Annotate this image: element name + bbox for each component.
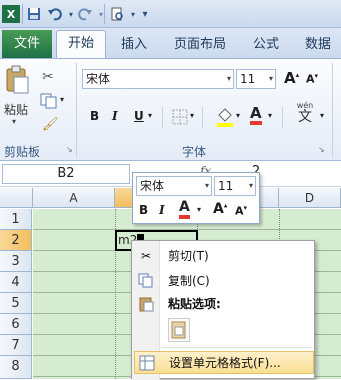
group-separator — [332, 63, 333, 157]
chevron-down-icon[interactable]: ▾ — [205, 177, 209, 195]
phonetic-char-label: 文 — [298, 109, 312, 125]
tab-home[interactable]: 开始 — [56, 30, 106, 59]
ribbon-tabs: 文件 开始 插入 页面布局 公式 数据 — [0, 28, 341, 59]
menu-item-format-cells-label: 设置单元格格式(F)... — [169, 356, 281, 370]
divider — [104, 4, 105, 24]
select-all-corner[interactable] — [0, 188, 33, 208]
paste-option-button[interactable] — [168, 318, 190, 342]
menu-item-cut[interactable]: ✂ 剪切(T) — [132, 245, 316, 267]
copy-icon — [138, 273, 154, 289]
font-size-value: 11 — [240, 72, 256, 86]
mini-shrink-font-button[interactable]: A▾ — [235, 204, 247, 218]
dialog-launcher-icon[interactable]: ↘ — [66, 145, 73, 154]
row-header[interactable]: 1 — [0, 209, 32, 230]
row-header[interactable]: 6 — [0, 314, 32, 335]
mini-italic-button[interactable]: I — [159, 203, 165, 217]
group-separator — [76, 63, 77, 157]
cut-icon[interactable]: ✂ — [42, 69, 54, 85]
fill-color-dropdown-icon[interactable]: ▾ — [236, 111, 240, 120]
menu-item-copy[interactable]: 复制(C) — [132, 270, 316, 292]
mini-font-color-dropdown-icon[interactable]: ▾ — [197, 205, 201, 214]
mini-font-color-button[interactable]: A — [179, 200, 190, 219]
grow-font-label: A — [284, 69, 296, 87]
mini-font-name-box[interactable]: 宋体 ▾ — [136, 176, 212, 196]
tab-page-layout[interactable]: 页面布局 — [162, 34, 238, 56]
font-size-box[interactable]: 11 ▾ — [236, 69, 276, 89]
copy-dropdown-icon[interactable]: ▾ — [60, 95, 64, 104]
save-icon[interactable] — [25, 5, 43, 23]
menu-item-copy-label: 复制(C) — [168, 274, 210, 288]
clipboard-group-label: 剪贴板 — [4, 145, 41, 159]
mini-font-name-value: 宋体 — [140, 179, 165, 193]
shrink-font-button[interactable]: A▾ — [306, 72, 318, 86]
font-color-button[interactable]: A — [250, 105, 262, 125]
row-header[interactable]: 7 — [0, 335, 32, 356]
quick-access-toolbar: X ▾ ▾ ▾ ▾ — [0, 0, 341, 28]
paste-icon — [138, 296, 154, 312]
context-menu: ✂ 剪切(T) 复制(C) 粘贴选项: 设置单元格格式(F)... — [131, 240, 316, 380]
mini-bold-button[interactable]: B — [139, 203, 148, 217]
tab-data[interactable]: 数据 — [296, 34, 340, 56]
format-painter-icon[interactable]: 🖌 — [42, 117, 59, 132]
column-header-d[interactable]: D — [279, 188, 341, 208]
menu-item-cut-label: 剪切(T) — [168, 249, 209, 263]
divider — [282, 107, 283, 129]
shrink-font-label: A — [306, 72, 315, 86]
paste-dropdown-icon[interactable]: ▾ — [12, 117, 16, 126]
excel-logo-icon[interactable]: X — [2, 5, 20, 23]
borders-dropdown-icon[interactable]: ▾ — [190, 111, 194, 120]
bold-button[interactable]: B — [90, 109, 99, 123]
grow-font-button[interactable]: A▴ — [284, 69, 299, 87]
italic-button[interactable]: I — [112, 109, 118, 123]
mini-grow-font-button[interactable]: A▴ — [213, 201, 227, 217]
row-header[interactable]: 2 — [0, 230, 32, 251]
mini-shrink-label: A — [235, 204, 244, 218]
ribbon-home: 粘贴 ▾ ✂ ▾ 🖌 剪贴板 ↘ 宋体 ▾ 11 ▾ A▴ A▾ B I U ▾… — [0, 58, 341, 161]
dialog-launcher-icon[interactable]: ↘ — [318, 145, 325, 154]
scissors-icon: ✂ — [140, 249, 152, 263]
divider — [22, 4, 23, 24]
menu-item-format-cells[interactable]: 设置单元格格式(F)... — [134, 351, 314, 374]
tab-formulas[interactable]: 公式 — [244, 34, 288, 56]
format-cells-icon — [139, 355, 155, 371]
fill-color-icon[interactable] — [216, 107, 234, 130]
borders-icon[interactable] — [172, 109, 188, 128]
mini-toolbar: 宋体 ▾ 11 ▾ B I A ▾ A▴ A▾ — [132, 172, 260, 224]
chevron-down-icon[interactable]: ▾ — [249, 177, 253, 195]
phonetic-guide-button[interactable]: wén 文 — [290, 101, 320, 124]
menu-divider — [162, 347, 312, 348]
copy-icon[interactable] — [40, 93, 58, 112]
chevron-down-icon[interactable]: ▾ — [269, 70, 273, 88]
paste-label[interactable]: 粘贴 — [4, 101, 28, 118]
underline-button[interactable]: U — [134, 109, 144, 123]
divider — [202, 107, 203, 129]
name-box[interactable]: B2 — [2, 164, 130, 184]
font-color-dropdown-icon[interactable]: ▾ — [268, 111, 272, 120]
row-header[interactable]: 5 — [0, 293, 32, 314]
font-name-value: 宋体 — [86, 72, 111, 86]
customize-qat-icon[interactable]: ▾ — [136, 5, 154, 23]
font-group-label: 字体 — [182, 145, 207, 159]
tab-insert[interactable]: 插入 — [112, 34, 156, 56]
paste-icon[interactable] — [4, 65, 30, 95]
underline-dropdown-icon[interactable]: ▾ — [148, 111, 152, 120]
column-header-a[interactable]: A — [33, 188, 115, 208]
row-header[interactable]: 8 — [0, 356, 32, 379]
menu-header-paste-options: 粘贴选项: — [132, 293, 316, 315]
tab-file[interactable]: 文件 — [2, 30, 52, 58]
mini-grow-label: A — [213, 201, 224, 217]
row-header[interactable]: 3 — [0, 251, 32, 272]
font-name-box[interactable]: 宋体 ▾ — [82, 69, 234, 89]
row-header[interactable]: 4 — [0, 272, 32, 293]
divider — [162, 107, 163, 129]
mini-font-size-value: 11 — [218, 179, 234, 193]
chevron-down-icon[interactable]: ▾ — [227, 70, 231, 88]
phonetic-dropdown-icon[interactable]: ▾ — [320, 111, 324, 120]
mini-font-size-box[interactable]: 11 ▾ — [214, 176, 256, 196]
paste-options-label: 粘贴选项: — [168, 297, 221, 311]
